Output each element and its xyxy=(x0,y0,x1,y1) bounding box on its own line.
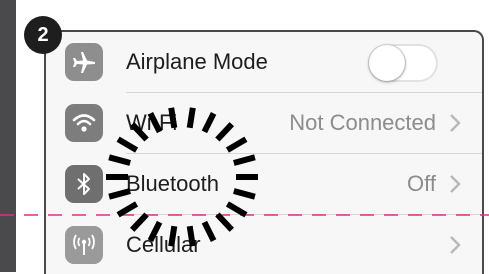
bluetooth-label: Bluetooth xyxy=(126,171,219,196)
airplane-mode-label: Airplane Mode xyxy=(126,49,268,74)
wifi-label: Wi-Fi xyxy=(126,110,178,135)
bluetooth-status-value: Off xyxy=(407,171,436,196)
chevron-right-icon xyxy=(450,236,461,254)
chevron-right-icon xyxy=(450,175,461,193)
wifi-status-value: Not Connected xyxy=(289,110,436,135)
airplane-mode-toggle[interactable] xyxy=(368,44,438,82)
settings-row-bluetooth[interactable]: Bluetooth Off xyxy=(46,154,482,214)
settings-row-wifi[interactable]: Wi-Fi Not Connected xyxy=(46,93,482,153)
toggle-knob xyxy=(369,45,405,81)
wifi-icon xyxy=(65,104,103,142)
settings-row-airplane-mode[interactable]: Airplane Mode xyxy=(46,32,482,92)
bluetooth-icon xyxy=(65,165,103,203)
cellular-label: Cellular xyxy=(126,232,201,257)
settings-row-cellular[interactable]: Cellular xyxy=(46,215,482,274)
cellular-antenna-icon xyxy=(65,226,103,264)
step-number-badge: 2 xyxy=(24,16,62,54)
settings-panel: Airplane Mode Wi-Fi Not Connected Blueto… xyxy=(44,30,484,274)
left-edge-strip xyxy=(0,0,16,272)
dashed-guide-line xyxy=(0,214,489,216)
chevron-right-icon xyxy=(450,114,461,132)
airplane-icon xyxy=(65,43,103,81)
